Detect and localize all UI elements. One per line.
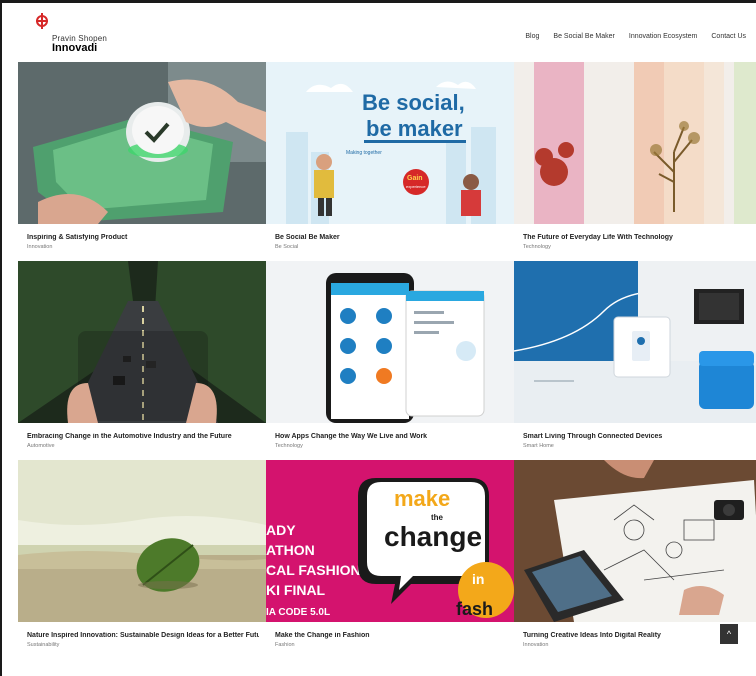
arrow-up-icon: ^ [726, 629, 732, 639]
poster-line-1: ADY [266, 522, 296, 538]
post-title[interactable]: Embracing Change in the Automotive Indus… [27, 433, 259, 440]
poster-line-3: CAL FASHION [266, 562, 361, 578]
image-badge-2: experience [406, 184, 426, 189]
post-title[interactable]: Be Social Be Maker [275, 234, 507, 241]
post-title[interactable]: Inspiring & Satisfying Product [27, 234, 259, 241]
post-title[interactable]: Nature Inspired Innovation: Sustainable … [27, 632, 259, 639]
logo-line2: Innovadi [52, 42, 98, 54]
nav-item-contact-us[interactable]: Contact Us [711, 33, 746, 40]
post-thumbnail[interactable] [18, 261, 266, 423]
top-border [0, 0, 756, 3]
post-thumbnail[interactable]: Be social, be maker Making together Gain… [266, 62, 514, 224]
road-through-forest-image [18, 261, 266, 423]
back-to-top-button[interactable]: ^ [720, 624, 738, 644]
post-category[interactable]: Smart Home [523, 443, 554, 449]
post-thumbnail[interactable] [514, 261, 756, 423]
post-category[interactable]: Sustainability [27, 642, 59, 648]
smart-home-device-image [514, 261, 756, 423]
post-title[interactable]: Smart Living Through Connected Devices [523, 433, 755, 440]
post-category[interactable]: Automotive [27, 443, 55, 449]
make-the-change-poster-image: ADY ATHON CAL FASHION KI FINAL IA CODE 5… [266, 460, 514, 622]
image-subtitle: Making together [346, 150, 382, 156]
post-title[interactable]: The Future of Everyday Life With Technol… [523, 234, 755, 241]
poster-word-change: change [384, 521, 482, 552]
nav-item-blog[interactable]: Blog [525, 33, 539, 40]
poster-line-4: KI FINAL [266, 582, 326, 598]
mobile-app-screens-image [266, 261, 514, 423]
post-thumbnail[interactable] [18, 62, 266, 224]
poster-word-make: make [394, 486, 450, 511]
post-title[interactable]: Make the Change in Fashion [275, 632, 507, 639]
poster-word-in: in [472, 571, 484, 587]
glass-bottles-plants-image [514, 62, 756, 224]
post-thumbnail[interactable] [514, 460, 756, 622]
post-thumbnail[interactable] [18, 460, 266, 622]
be-social-be-maker-illustration: Be social, be maker Making together Gain… [266, 62, 514, 224]
post-category[interactable]: Fashion [275, 642, 295, 648]
poster-line-5: IA CODE 5.0L [266, 607, 330, 618]
green-box-button-image [18, 62, 266, 224]
post-category[interactable]: Be Social [275, 244, 298, 250]
poster-word-fash: fash [456, 599, 493, 619]
image-heading-2: be maker [366, 116, 463, 141]
leaf-on-beach-image [18, 460, 266, 622]
post-category[interactable]: Innovation [27, 244, 52, 250]
image-badge-1: Gain [407, 175, 423, 182]
post-thumbnail[interactable] [266, 261, 514, 423]
site-header: Pravin Shopen Innovadi Blog Be Social Be… [18, 8, 748, 60]
poster-line-2: ATHON [266, 542, 315, 558]
post-category[interactable]: Technology [275, 443, 303, 449]
post-thumbnail[interactable] [514, 62, 756, 224]
post-category[interactable]: Innovation [523, 642, 548, 648]
nav-item-innovation-ecosystem[interactable]: Innovation Ecosystem [629, 33, 697, 40]
page: Pravin Shopen Innovadi Blog Be Social Be… [0, 0, 756, 676]
site-logo[interactable]: Pravin Shopen Innovadi [34, 12, 144, 56]
image-heading-1: Be social, [362, 90, 465, 115]
laptop-sketch-desk-image [514, 460, 756, 622]
main-nav: Blog Be Social Be Maker Innovation Ecosy… [525, 33, 746, 40]
nav-item-be-social-be-maker[interactable]: Be Social Be Maker [553, 33, 614, 40]
post-title[interactable]: How Apps Change the Way We Live and Work [275, 433, 507, 440]
post-thumbnail[interactable]: ADY ATHON CAL FASHION KI FINAL IA CODE 5… [266, 460, 514, 622]
logo-mark-icon [36, 13, 48, 29]
left-border [0, 0, 2, 676]
post-category[interactable]: Technology [523, 244, 551, 250]
